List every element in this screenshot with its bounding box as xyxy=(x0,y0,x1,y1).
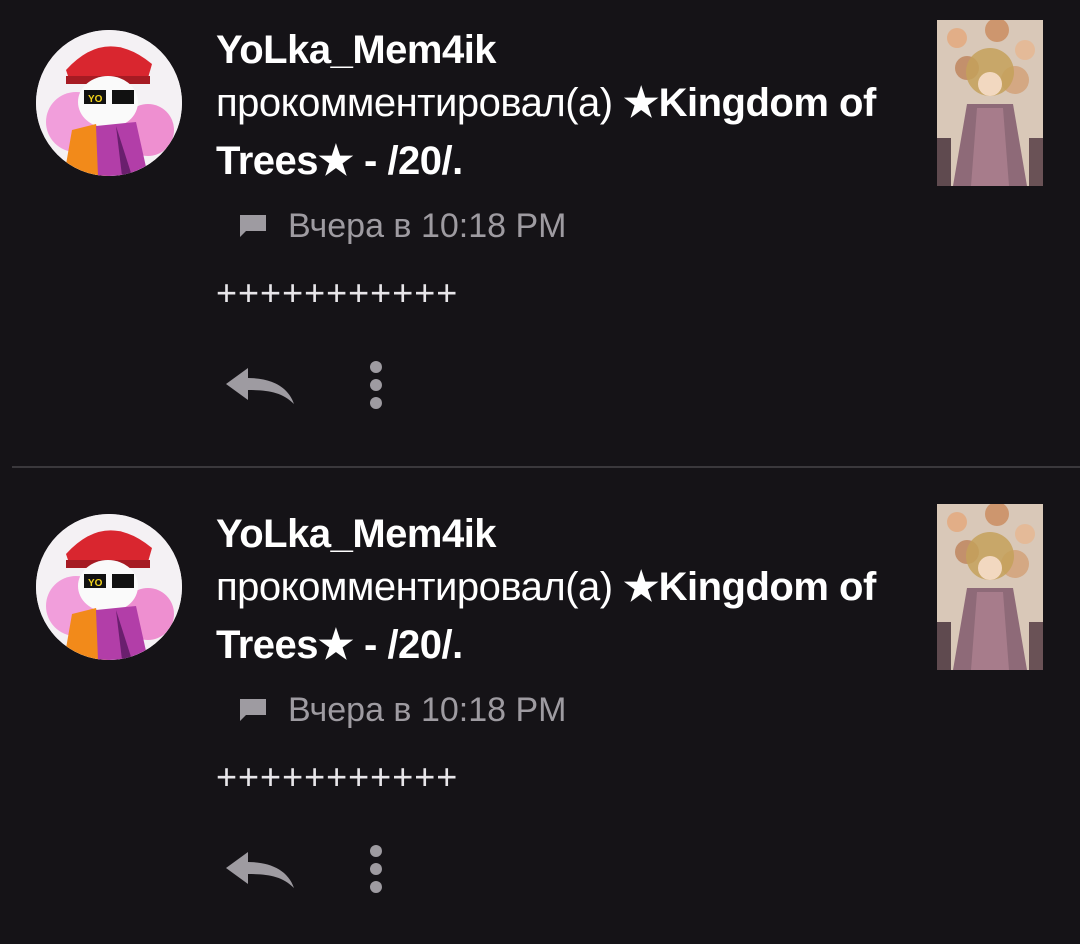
avatar-badge-text: YO xyxy=(88,94,103,105)
timestamp: Вчера в 10:18 PM xyxy=(288,690,567,729)
username-link[interactable]: YoLka_Mem4ik xyxy=(216,510,906,558)
comment-text: +++++++++++ xyxy=(216,756,459,797)
more-options-button[interactable] xyxy=(356,840,396,902)
username-link[interactable]: YoLka_Mem4ik xyxy=(216,26,906,74)
avatar[interactable]: YO xyxy=(36,30,182,176)
reply-icon xyxy=(226,368,294,404)
notification-text: YoLka_Mem4ik прокомментировал(а) ★Kingdo… xyxy=(216,26,906,190)
post-thumbnail[interactable] xyxy=(937,20,1043,186)
timestamp: Вчера в 10:18 PM xyxy=(288,206,567,245)
action-text: прокомментировал(а) xyxy=(216,565,624,609)
more-vertical-icon xyxy=(370,845,382,893)
comment-meta: Вчера в 10:18 PM xyxy=(238,204,566,248)
comment-meta: Вчера в 10:18 PM xyxy=(238,688,566,732)
reply-icon xyxy=(226,852,294,888)
avatar[interactable]: YO xyxy=(36,514,182,660)
notification-text: YoLka_Mem4ik прокомментировал(а) ★Kingdo… xyxy=(216,510,906,674)
avatar-badge-text: YO xyxy=(88,578,103,589)
comment-icon xyxy=(238,695,268,725)
post-thumbnail[interactable] xyxy=(937,504,1043,670)
notification-item[interactable]: YO YoLka_Mem4ik прокомментировал(а) ★Kin… xyxy=(0,0,1080,466)
reply-button[interactable] xyxy=(222,364,298,410)
comment-text: +++++++++++ xyxy=(216,272,459,313)
notification-item[interactable]: YO YoLka_Mem4ik прокомментировал(а) ★Kin… xyxy=(0,484,1080,944)
action-text: прокомментировал(а) xyxy=(216,81,624,125)
more-vertical-icon xyxy=(370,361,382,409)
notification-feed: YO YoLka_Mem4ik прокомментировал(а) ★Kin… xyxy=(0,0,1080,944)
comment-icon xyxy=(238,211,268,241)
reply-button[interactable] xyxy=(222,848,298,894)
divider xyxy=(12,466,1080,468)
more-options-button[interactable] xyxy=(356,356,396,418)
